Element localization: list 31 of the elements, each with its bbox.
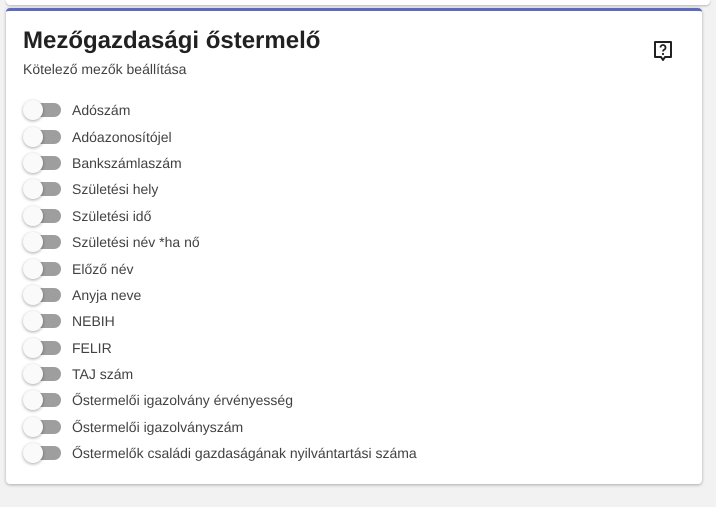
toggle-switch[interactable] (23, 232, 63, 252)
toggle-label: Előző név (72, 260, 134, 277)
toggle-label: FELIR (72, 340, 112, 356)
toggle-label: Őstermelői igazolványszám (72, 418, 244, 435)
toggle-label: Őstermelők családi gazdaságának nyilvántartási száma (72, 445, 417, 462)
toggle-label: NEBIH (72, 313, 115, 330)
toggle-switch[interactable] (23, 416, 63, 437)
toggle-switch[interactable] (23, 311, 63, 332)
toggle-label: Születési név *ha nő (72, 234, 200, 250)
toggle-switch[interactable] (23, 152, 63, 173)
toggle-switch[interactable] (23, 179, 63, 200)
card-title: Mezőgazdasági őstermelő (23, 26, 320, 56)
toggle-label: Őstermelői igazolvány érvényesség (72, 392, 293, 408)
toggle-switch[interactable] (23, 206, 63, 226)
card-subtitle: Kötelező mezők beállítása (23, 61, 188, 77)
toggle-switch[interactable] (23, 338, 63, 358)
toggle-switch[interactable] (23, 126, 63, 147)
toggle-switch[interactable] (23, 100, 63, 120)
toggle-label: TAJ szám (72, 366, 134, 382)
toggle-label: Adószám (72, 102, 130, 118)
toggle-switch[interactable] (23, 364, 63, 384)
toggle-label: Anyja neve (72, 286, 142, 303)
toggle-switch[interactable] (23, 284, 63, 305)
toggle-switch[interactable] (23, 258, 63, 279)
toggle-label: Születési idő (72, 208, 152, 224)
toggle-label: Adóazonosítójel (72, 128, 172, 145)
toggle-label: Bankszámlaszám (72, 154, 182, 171)
toggle-switch[interactable] (23, 443, 63, 464)
toggle-label: Születési hely (72, 181, 158, 198)
help-icon[interactable] (651, 39, 675, 63)
toggle-switch[interactable] (23, 390, 63, 410)
